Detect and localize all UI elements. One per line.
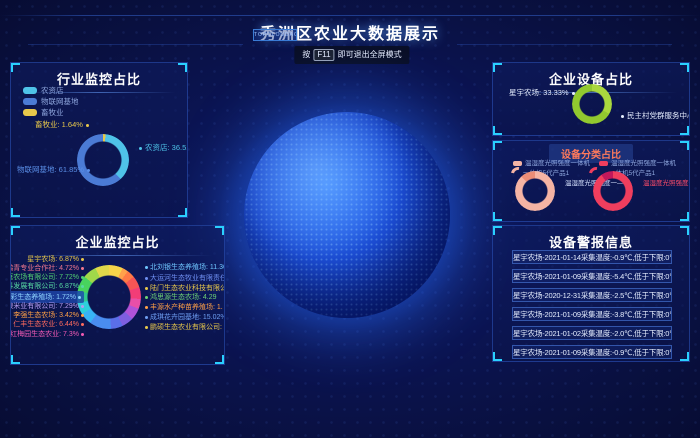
header-top-line bbox=[0, 15, 700, 16]
legend-label: 温湿度光照强度一体机 bbox=[525, 160, 590, 167]
tip-prefix: 按 bbox=[302, 50, 310, 59]
legend-label: 物联网基地 bbox=[41, 96, 79, 107]
chart-label: 鸿思源生态农场: 4.29 bbox=[145, 292, 217, 302]
tip-suffix: 即可退出全屏模式 bbox=[338, 50, 402, 59]
legend-item[interactable]: 温湿度光照强度一体机 bbox=[513, 157, 590, 167]
industry-ratio-panel: 行业监控占比 农资店 物联网基地 畜牧业 畜牧业: 1.64% 农资店: 36.… bbox=[10, 62, 188, 218]
globe bbox=[244, 112, 450, 318]
legend-label: 温湿度光照强度一体机 bbox=[611, 160, 676, 167]
chart-label: 鹏硕生态农业有限公司: 6.879 bbox=[145, 322, 225, 332]
header-sub-line-right bbox=[457, 44, 672, 45]
alarm-row: 星宇农场-2021-01-09采集温度:-5.4℃,低于下限:0℃ bbox=[512, 269, 672, 283]
chart-label-store: 农资店: 36.51% bbox=[139, 142, 188, 153]
chart-label: 红梅园生态农业: 7.3% bbox=[10, 329, 84, 339]
chart-label-iot: 物联网基地: 61.85% bbox=[17, 164, 90, 175]
panel-title: 企业监控占比 bbox=[11, 232, 224, 251]
legend-swatch bbox=[599, 161, 608, 166]
chart-label: 丰源水产种苗养殖场: 1. bbox=[145, 302, 223, 312]
legend-swatch bbox=[23, 87, 37, 94]
panel-title: 设备警报信息 bbox=[493, 232, 689, 251]
chart-label: 成琪花卉园基地: 15.02% bbox=[145, 312, 225, 322]
legend-item[interactable]: 物联网基地 bbox=[23, 96, 79, 107]
enterprise-donut-chart[interactable] bbox=[77, 265, 141, 329]
legend-label: 农资店 bbox=[41, 85, 64, 96]
alarm-list: 星宇农场-2021-01-14采集温度:-0.9℃,低于下限:0℃ 星宇农场-2… bbox=[512, 250, 672, 362]
header: TOPCLOUDAGRI 秀洲区农业大数据展示 bbox=[0, 20, 700, 44]
device-ratio-panel: 企业设备占比 星宇农场: 33.33% 民主村党群服务中心: bbox=[492, 62, 690, 136]
legend-item[interactable]: 农资店 bbox=[23, 85, 79, 96]
device-class-panel: 设备分类占比 温湿度光照强度一体机 一体机5代产品1 温湿度光照强度一— 温湿度… bbox=[492, 140, 690, 222]
chart-label: 北刘银生态养殖场: 11.36% bbox=[145, 262, 225, 272]
alarm-row: 星宇农场-2021-01-02采集温度:-2.0℃,低于下限:0℃ bbox=[512, 326, 672, 340]
legend-label: 畜牧业 bbox=[41, 107, 64, 118]
dashboard: TOPCLOUDAGRI 秀洲区农业大数据展示 按F11 即可退出全屏模式 行业监… bbox=[0, 0, 700, 438]
industry-legend: 农资店 物联网基地 畜牧业 bbox=[23, 85, 79, 118]
f11-keycap: F11 bbox=[313, 49, 334, 61]
brand-logo: TOPCLOUDAGRI bbox=[253, 29, 297, 41]
enterprise-ratio-panel: 企业监控占比 星宇农场: 6.87% 稻鸭青专业合作社: 4.72% 家庭农场有… bbox=[10, 225, 225, 365]
chart-label: 民主村党群服务中心: bbox=[621, 110, 690, 121]
alarm-row: 星宇农场-2021-01-09采集温度:-0.9℃,低于下限:0℃ bbox=[512, 345, 672, 359]
alarm-row: 星宇农场-2020-12-31采集温度:-2.5℃,低于下限:0℃ bbox=[512, 288, 672, 302]
legend-swatch bbox=[513, 161, 522, 166]
legend-item[interactable]: 畜牧业 bbox=[23, 107, 79, 118]
chart-label: 星宇农场: 33.33% bbox=[509, 87, 575, 98]
header-sub-line-left bbox=[28, 44, 243, 45]
alarm-row: 星宇农场-2021-01-14采集温度:-0.9℃,低于下限:0℃ bbox=[512, 250, 672, 264]
alarm-info-panel: 设备警报信息 星宇农场-2021-01-14采集温度:-0.9℃,低于下限:0℃… bbox=[492, 225, 690, 362]
legend-swatch bbox=[23, 109, 37, 116]
legend-swatch bbox=[23, 98, 37, 105]
chart-label: 国科发展有限公司: 6.87% bbox=[10, 281, 84, 291]
chart-label-livestock: 畜牧业: 1.64% bbox=[35, 119, 89, 130]
globe-sheen bbox=[244, 112, 450, 318]
chart-label: 大运河生态牧业有限责任公 bbox=[145, 273, 225, 283]
chart-label: 温湿度光照强度一— bbox=[643, 177, 690, 187]
chart-label: 仁丰生态农业: 6.44% bbox=[13, 319, 84, 329]
alarm-row: 星宇农场-2021-01-09采集温度:-3.8℃,低于下限:0℃ bbox=[512, 307, 672, 321]
legend-item[interactable]: 温湿度光照强度一体机 bbox=[599, 157, 676, 167]
device-donut-chart[interactable] bbox=[572, 84, 612, 124]
fullscreen-tip: 按F11 即可退出全屏模式 bbox=[294, 46, 409, 64]
industry-donut-chart[interactable] bbox=[77, 134, 129, 186]
